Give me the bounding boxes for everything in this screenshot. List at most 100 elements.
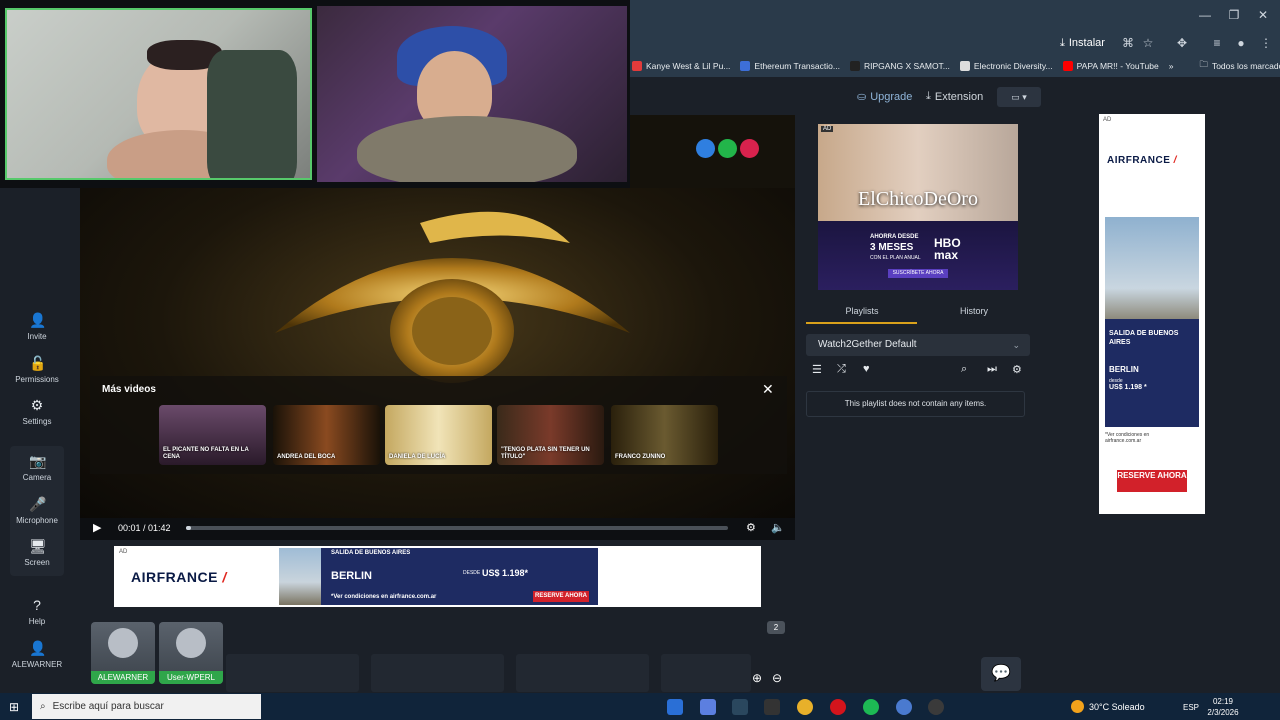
placeholder-tile xyxy=(226,654,359,692)
tab-playlists[interactable]: Playlists xyxy=(806,306,918,316)
screen-button[interactable]: 🖥 Screen xyxy=(0,538,74,567)
extensions-icon[interactable]: ✥ xyxy=(1174,35,1190,51)
user-card[interactable]: User-WPERL xyxy=(159,622,223,684)
screen-icon: 🖥 xyxy=(29,538,47,554)
obs-icon[interactable] xyxy=(928,699,944,715)
panel-tabs: Playlists History xyxy=(806,306,1030,324)
taskbar-search[interactable]: ⌕ Escribe aquí para buscar xyxy=(32,694,261,719)
logo-dot-blue xyxy=(696,139,715,158)
bookmarks-overflow[interactable]: » xyxy=(1169,61,1174,71)
tab-history[interactable]: History xyxy=(918,306,1030,316)
close-window-icon[interactable]: ✕ xyxy=(1253,6,1273,24)
video-thumbnail[interactable]: FRANCO ZUNINO xyxy=(611,405,718,465)
placeholder-tile xyxy=(516,654,649,692)
video-thumbnail[interactable]: EL PICANTE NO FALTA EN LA CENA xyxy=(159,405,266,465)
extension-button[interactable]: ⤓ Extension xyxy=(926,90,983,103)
install-button[interactable]: ⤓ Instalar xyxy=(1060,34,1105,52)
ad-label: AD xyxy=(821,126,834,132)
permissions-button[interactable]: 🔓 Permissions xyxy=(0,355,74,384)
invite-button[interactable]: 👤 Invite xyxy=(0,312,74,341)
settings-button[interactable]: ⚙ Settings xyxy=(0,397,74,426)
menu-icon[interactable]: ⋮ xyxy=(1258,35,1274,51)
time-display: 00:01 / 01:42 xyxy=(118,523,171,533)
microphone-icon: 🎤 xyxy=(29,496,47,512)
camera-button[interactable]: 📷 Camera xyxy=(0,453,74,482)
user-icon: 👤 xyxy=(29,640,47,656)
chrome-profile-icon[interactable] xyxy=(896,699,912,715)
bookmark-item[interactable]: RIPGANG X SAMOT... xyxy=(849,61,950,71)
user-card[interactable]: ALEWARNER xyxy=(91,622,155,684)
volume-icon[interactable]: 🔈 xyxy=(771,521,785,534)
star-icon[interactable]: ☆ xyxy=(1140,35,1156,51)
ad-title: ElChicoDeOro xyxy=(858,188,978,210)
epic-icon[interactable] xyxy=(764,699,780,715)
eiffel-photo xyxy=(1105,217,1199,319)
install-label: Instalar xyxy=(1068,37,1105,49)
spotify-icon[interactable] xyxy=(863,699,879,715)
upgrade-button[interactable]: ⛀ Upgrade xyxy=(857,90,912,104)
skyscraper-ad[interactable]: AD AIRFRANCE / SALIDA DE BUENOS AIRES BE… xyxy=(1099,114,1205,514)
media-icon[interactable]: ≡ xyxy=(1209,35,1225,51)
language-indicator[interactable]: ESP xyxy=(1183,703,1199,712)
reserve-button[interactable]: RESERVE AHORA xyxy=(1117,470,1187,492)
minimize-icon[interactable]: — xyxy=(1195,6,1215,24)
add-user-icon: 👤 xyxy=(29,312,47,328)
bookmark-item[interactable]: Ethereum Transactio... xyxy=(740,61,840,71)
list-icon[interactable]: ☰ xyxy=(812,363,822,376)
gear-icon: ⚙ xyxy=(30,397,44,413)
heart-icon[interactable]: ♥ xyxy=(863,363,870,375)
avatar xyxy=(176,628,206,658)
golden-eye-logo xyxy=(275,211,630,383)
bookmark-item[interactable]: Kanye West & Lil Pu... xyxy=(632,61,730,71)
app-icon-2[interactable] xyxy=(700,699,716,715)
play-icon[interactable]: ▶ xyxy=(93,521,101,534)
user-profile-button[interactable]: 👤 ALEWARNER xyxy=(0,640,74,669)
microphone-button[interactable]: 🎤 Microphone xyxy=(0,496,74,525)
bookmark-item[interactable]: PAPA MR!! - YouTube xyxy=(1062,61,1159,71)
profile-icon[interactable]: ● xyxy=(1233,35,1249,51)
help-icon: ? xyxy=(33,597,41,613)
translate-icon[interactable]: ⌘ xyxy=(1120,35,1136,51)
price-prefix: DESDE xyxy=(463,570,481,576)
chat-icon[interactable]: 💬 xyxy=(981,657,1021,691)
maximize-icon[interactable]: ❐ xyxy=(1224,6,1244,24)
subscribe-button[interactable]: SUSCRÍBETE AHORA xyxy=(888,269,948,278)
video-thumbnail[interactable]: "TENGO PLATA SIN TENER UN TÍTULO" xyxy=(497,405,604,465)
airfrance-logo: AIRFRANCE / xyxy=(131,569,227,585)
chevron-down-icon: ⌄ xyxy=(1012,340,1020,350)
zoom-in-icon[interactable]: ⊕ xyxy=(752,671,762,685)
skip-icon[interactable]: ⏭ xyxy=(987,363,997,376)
steam-icon[interactable] xyxy=(732,699,748,715)
video-settings-icon[interactable]: ⚙ xyxy=(746,521,756,534)
weather-widget[interactable]: 30°C Soleado xyxy=(1071,700,1145,713)
gear-icon[interactable]: ⚙ xyxy=(1012,363,1022,376)
webcam-feed-1 xyxy=(5,8,312,180)
download-icon: ⤓ xyxy=(926,90,931,102)
progress-bar[interactable] xyxy=(186,526,728,530)
search-icon[interactable]: ⌕ xyxy=(961,363,967,376)
active-tab-indicator xyxy=(806,322,917,324)
logo-dot-red xyxy=(740,139,759,158)
language-dropdown[interactable]: ▭ ▾ xyxy=(997,87,1041,107)
progress-fill xyxy=(186,526,192,530)
playlist-dropdown[interactable]: Watch2Gether Default ⌄ xyxy=(806,334,1030,356)
airfrance-logo: AIRFRANCE / xyxy=(1107,155,1177,166)
video-thumbnail[interactable]: DANIELA DE LUCÍA xyxy=(385,405,492,465)
all-bookmarks[interactable]: 🗀Todos los marcadores xyxy=(1199,59,1280,73)
help-button[interactable]: ? Help xyxy=(0,597,74,626)
chrome-icon[interactable] xyxy=(797,699,813,715)
city-text: BERLIN xyxy=(331,570,372,582)
bookmarks-bar: Kanye West & Lil Pu... Ethereum Transact… xyxy=(630,55,1280,77)
zoom-out-icon[interactable]: ⊖ xyxy=(772,671,782,685)
opera-icon[interactable] xyxy=(830,699,846,715)
reserve-button[interactable]: RESERVE AHORA xyxy=(533,591,589,602)
windows-start-icon[interactable]: ⊞ xyxy=(9,700,19,714)
close-icon[interactable]: ✕ xyxy=(762,381,774,398)
bookmark-item[interactable]: Electronic Diversity... xyxy=(959,61,1053,71)
video-thumbnail[interactable]: ANDREA DEL BOCA xyxy=(273,405,380,465)
hbo-ad[interactable]: AD ElChicoDeOro AHORRA DESDE 3 MESES CON… xyxy=(818,124,1018,290)
clock[interactable]: 02:19 2/3/2026 xyxy=(1206,696,1240,718)
shuffle-icon[interactable]: ⤮ xyxy=(837,363,846,376)
app-icon-1[interactable] xyxy=(667,699,683,715)
empty-playlist-message: This playlist does not contain any items… xyxy=(806,391,1025,417)
